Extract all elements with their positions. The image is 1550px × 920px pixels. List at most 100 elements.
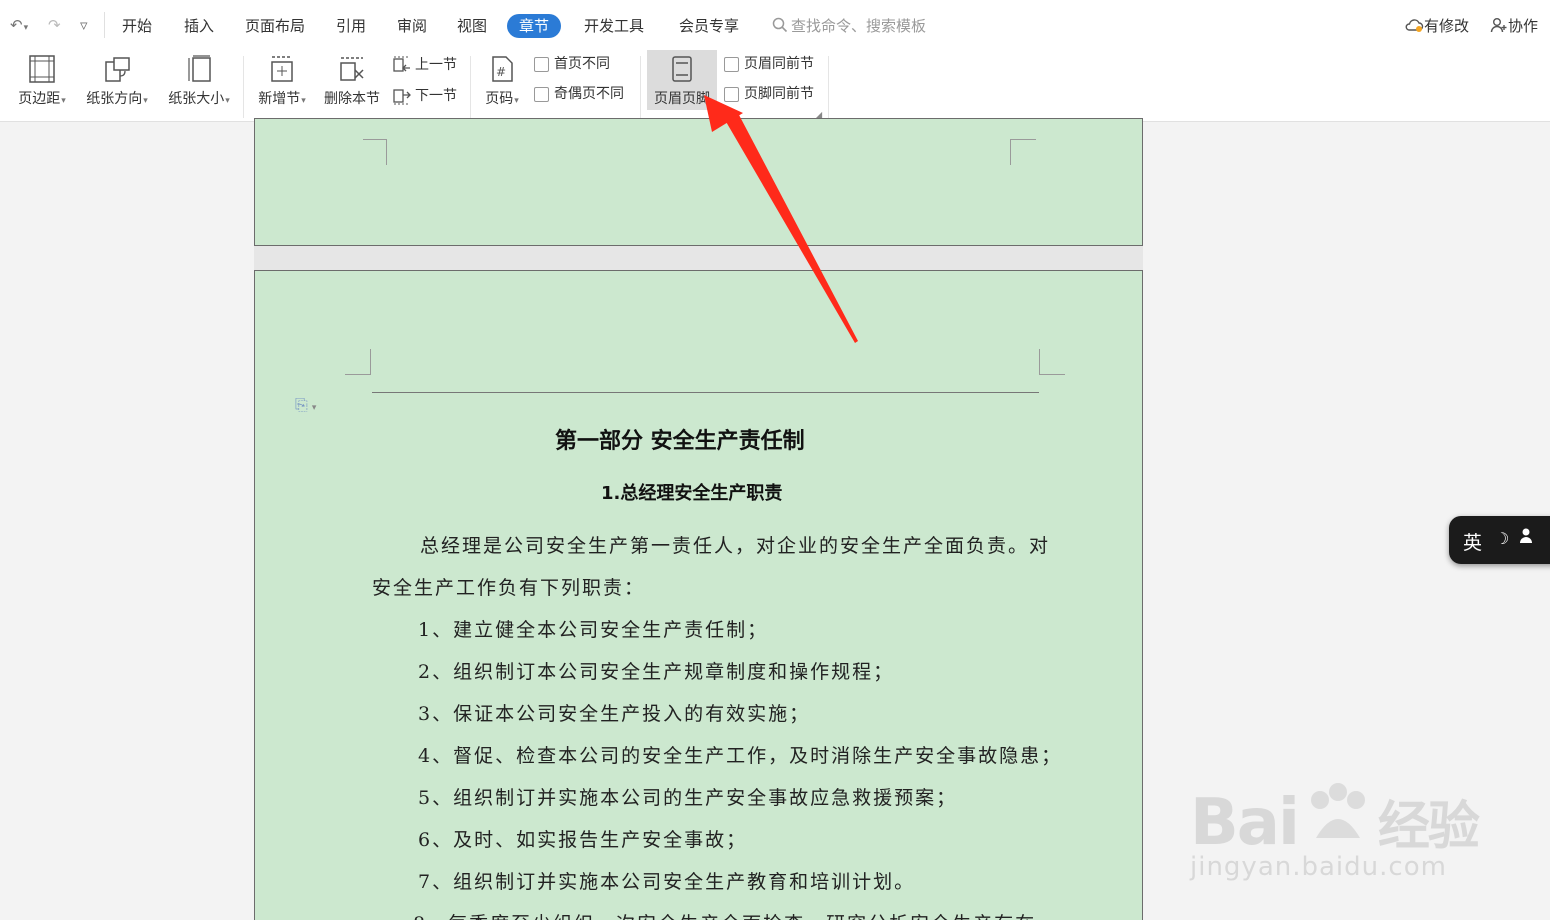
document-title: 第一部分 安全生产责任制 <box>555 429 805 454</box>
list-item: 4、督促、检查本公司的安全生产工作，及时消除生产安全事故隐患； <box>418 745 1063 767</box>
header-same-as-previous-label: 页眉同前节 <box>744 56 814 72</box>
list-item: 1、建立健全本公司安全生产责任制； <box>418 619 769 641</box>
search-placeholder: 查找命令、搜索模板 <box>791 17 927 35</box>
paper-size-icon <box>188 55 211 82</box>
first-page-different-label: 首页不同 <box>554 56 610 72</box>
delete-section-label: 删除本节 <box>324 91 380 107</box>
moon-icon[interactable]: ☽ <box>1495 529 1509 548</box>
search-icon <box>772 17 788 33</box>
next-section-icon <box>393 89 411 105</box>
tab-member[interactable]: 会员专享 <box>679 14 739 38</box>
margin-corner-mark <box>345 349 371 375</box>
chevron-down-icon: ▾ <box>514 96 519 106</box>
orientation-label: 纸张方向 <box>86 91 143 107</box>
paragraph-line: 安全生产工作负有下列职责： <box>372 577 646 599</box>
document-page-previous <box>254 118 1143 246</box>
paragraph-line: 总经理是公司安全生产第一责任人，对企业的安全生产全面负责。对 <box>420 535 1051 557</box>
margins-icon <box>29 55 55 83</box>
ime-status-bar[interactable]: 英 ☽ <box>1449 516 1550 564</box>
document-page[interactable]: ⎘ ▾ 第一部分 安全生产责任制 1.总经理安全生产职责 总经理是公司安全生产第一… <box>254 270 1143 920</box>
paw-icon <box>1310 783 1365 838</box>
tab-review[interactable]: 审阅 <box>397 14 427 38</box>
chevron-down-icon: ▾ <box>225 96 230 106</box>
prev-section-icon <box>393 56 410 72</box>
header-footer-label: 页眉页脚 <box>654 91 710 107</box>
paste-options-icon[interactable]: ⎘ ▾ <box>295 395 316 415</box>
page-number-icon: # <box>492 56 513 82</box>
orientation-button[interactable]: 纸张方向▾ <box>80 50 154 112</box>
tab-insert[interactable]: 插入 <box>184 14 214 38</box>
orientation-icon <box>105 57 130 82</box>
checkbox-box <box>534 56 549 72</box>
list-item: 5、组织制订并实施本公司的生产安全事故应急救援预案； <box>418 787 958 809</box>
margin-corner-mark <box>1039 349 1065 375</box>
margins-button[interactable]: 页边距▾ <box>12 50 72 112</box>
tab-home[interactable]: 开始 <box>122 14 152 38</box>
new-section-icon <box>271 56 293 82</box>
ribbon-toolbar: 页边距▾ 纸张方向▾ 纸张大小▾ 新增节▾ 删除本节 上一节 下一节 # 页码▾… <box>0 50 1550 122</box>
page-number-label: 页码 <box>485 91 514 107</box>
delete-section-icon <box>340 57 364 81</box>
watermark-brand: Bai 经验 <box>1190 780 1480 860</box>
divider <box>828 56 829 118</box>
page-number-button[interactable]: # 页码▾ <box>478 50 526 112</box>
delete-section-button[interactable]: 删除本节 <box>320 50 384 112</box>
checkbox-box <box>534 86 549 102</box>
tab-references[interactable]: 引用 <box>336 14 366 38</box>
margins-label: 页边距 <box>18 91 61 107</box>
odd-even-different-checkbox[interactable]: 奇偶页不同 <box>534 83 624 105</box>
next-section-button[interactable]: 下一节 <box>392 85 457 107</box>
modified-label: 有修改 <box>1424 17 1470 35</box>
divider <box>104 12 105 38</box>
customize-toolbar-icon[interactable]: ▿ <box>80 16 88 34</box>
collab-label: 协作 <box>1508 17 1539 35</box>
checkbox-box <box>724 86 739 102</box>
header-same-as-previous-checkbox[interactable]: 页眉同前节 <box>724 53 814 75</box>
divider <box>470 56 471 118</box>
footer-same-as-previous-checkbox[interactable]: 页脚同前节 <box>724 83 814 105</box>
divider <box>640 56 641 118</box>
chevron-down-icon: ▾ <box>61 96 66 106</box>
undo-icon[interactable]: ↶▾ <box>10 16 28 34</box>
tab-developer[interactable]: 开发工具 <box>584 14 644 38</box>
new-section-button[interactable]: 新增节▾ <box>252 50 312 112</box>
document-subtitle: 1.总经理安全生产职责 <box>601 483 783 504</box>
watermark-url: jingyan.baidu.com <box>1190 852 1447 882</box>
header-footer-icon <box>672 56 692 82</box>
svg-text:#: # <box>496 65 506 79</box>
odd-even-different-label: 奇偶页不同 <box>554 86 624 102</box>
list-item: 7、组织制订并实施本公司安全生产教育和培训计划。 <box>418 871 916 893</box>
prev-section-button[interactable]: 上一节 <box>392 54 457 76</box>
divider <box>243 56 244 118</box>
first-page-different-checkbox[interactable]: 首页不同 <box>534 53 610 75</box>
new-section-label: 新增节 <box>258 91 301 107</box>
ime-language-toggle[interactable]: 英 <box>1463 528 1482 555</box>
footer-same-as-previous-label: 页脚同前节 <box>744 86 814 102</box>
tab-section[interactable]: 章节 <box>507 14 562 38</box>
header-footer-button[interactable]: 页眉页脚 <box>647 50 717 112</box>
page-gap <box>254 246 1143 270</box>
cloud-icon <box>1405 19 1424 32</box>
command-search[interactable]: 查找命令、搜索模板 <box>772 14 926 38</box>
prev-section-label: 上一节 <box>415 57 457 73</box>
list-item: 8、每季度至少组织一次安全生产全面检查，研究分析安全生产存在 <box>413 909 1036 920</box>
tab-page-layout[interactable]: 页面布局 <box>245 14 305 38</box>
list-item: 2、组织制订本公司安全生产规章制度和操作规程； <box>418 661 895 683</box>
header-separator-line <box>372 392 1039 393</box>
margin-corner-mark <box>1010 139 1036 165</box>
person-add-icon <box>1490 18 1507 33</box>
margin-corner-mark <box>363 139 387 165</box>
tab-view[interactable]: 视图 <box>457 14 487 38</box>
paper-size-button[interactable]: 纸张大小▾ <box>162 50 236 112</box>
redo-icon[interactable]: ↷ <box>48 16 61 34</box>
list-item: 3、保证本公司安全生产投入的有效实施； <box>418 703 811 725</box>
user-icon[interactable] <box>1519 527 1533 550</box>
next-section-label: 下一节 <box>415 88 457 104</box>
chevron-down-icon: ▾ <box>301 96 306 106</box>
list-item: 6、及时、如实报告生产安全事故； <box>418 829 748 851</box>
checkbox-box <box>724 56 739 72</box>
collaborate-button[interactable]: 协作 <box>1490 14 1538 38</box>
menu-bar: ↶▾ ↷ ▿ 开始 插入 页面布局 引用 审阅 视图 章节 开发工具 会员专享 … <box>0 0 1550 50</box>
modified-status-button[interactable]: 有修改 <box>1404 14 1469 38</box>
paper-size-label: 纸张大小 <box>168 91 225 107</box>
